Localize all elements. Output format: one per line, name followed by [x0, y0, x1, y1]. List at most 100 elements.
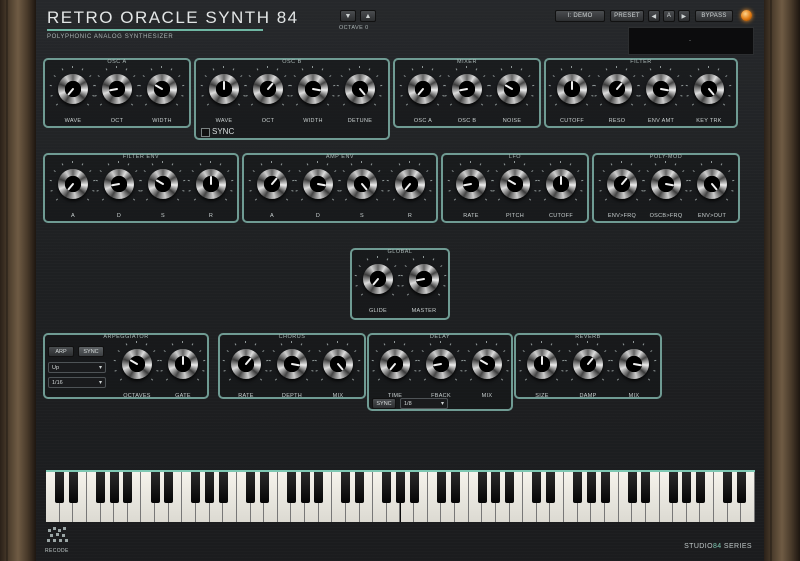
piano-black-key[interactable]	[109, 472, 119, 503]
knob-poly-mod-env-out[interactable]: ENV>OUT	[688, 159, 735, 225]
piano-black-key[interactable]	[96, 472, 106, 503]
piano-black-key[interactable]	[164, 472, 174, 503]
knob-filter-env-r[interactable]: R	[187, 159, 234, 225]
piano-black-key[interactable]	[723, 472, 733, 503]
knob-arpeggiator-octaves[interactable]: OCTAVES	[113, 339, 160, 405]
knob-mixer-osc-b[interactable]: OSC B	[443, 64, 490, 130]
knob-filter-cutoff[interactable]: CUTOFF	[548, 64, 595, 130]
knob-osc-b-detune[interactable]: DETUNE	[336, 64, 383, 130]
knob-reverb-damp[interactable]: DAMP	[564, 339, 611, 405]
knob-filter-env-amt[interactable]: ENV AMT	[637, 64, 684, 130]
knob-cap[interactable]	[395, 169, 425, 199]
knob-cap[interactable]	[253, 74, 283, 104]
knob-cap[interactable]	[298, 74, 328, 104]
knob-cap[interactable]	[102, 74, 132, 104]
piano-black-key[interactable]	[123, 472, 133, 503]
knob-cap[interactable]	[456, 169, 486, 199]
octave-down-button[interactable]: ▼	[340, 10, 356, 22]
knob-cap[interactable]	[694, 74, 724, 104]
knob-cap[interactable]	[58, 169, 88, 199]
knob-arpeggiator-gate[interactable]: GATE	[159, 339, 206, 405]
preset-a-button[interactable]: A	[663, 10, 675, 22]
piano-black-key[interactable]	[355, 472, 365, 503]
knob-cap[interactable]	[497, 74, 527, 104]
knob-filter-key-trk[interactable]: KEY TRK	[685, 64, 732, 130]
knob-cap[interactable]	[122, 349, 152, 379]
knob-mixer-noise[interactable]: NOISE	[488, 64, 535, 130]
piano-black-key[interactable]	[300, 472, 310, 503]
piano-black-key[interactable]	[505, 472, 515, 503]
knob-cap[interactable]	[546, 169, 576, 199]
power-icon[interactable]	[741, 10, 752, 21]
knob-cap[interactable]	[472, 349, 502, 379]
preset-button[interactable]: PRESET	[610, 10, 644, 22]
osc-b-sync-checkbox[interactable]	[201, 128, 210, 137]
piano-black-key[interactable]	[68, 472, 78, 503]
demo-preset-button[interactable]: I: DEMO	[555, 10, 605, 22]
piano-black-key[interactable]	[314, 472, 324, 503]
knob-cap[interactable]	[651, 169, 681, 199]
piano-black-key[interactable]	[695, 472, 705, 503]
knob-cap[interactable]	[363, 264, 393, 294]
piano-black-key[interactable]	[409, 472, 419, 503]
knob-cap[interactable]	[602, 74, 632, 104]
knob-cap[interactable]	[619, 349, 649, 379]
knob-osc-b-width[interactable]: WIDTH	[289, 64, 336, 130]
preset-next-button[interactable]: ▶	[678, 10, 690, 22]
bypass-button[interactable]: BYPASS	[695, 10, 733, 22]
arp-toggle-button[interactable]: ARP	[48, 346, 74, 357]
piano-black-key[interactable]	[573, 472, 583, 503]
piano-black-key[interactable]	[205, 472, 215, 503]
knob-lfo-cutoff[interactable]: CUTOFF	[537, 159, 584, 225]
knob-cap[interactable]	[409, 264, 439, 294]
knob-lfo-pitch[interactable]: PITCH	[491, 159, 538, 225]
knob-cap[interactable]	[573, 349, 603, 379]
piano-black-key[interactable]	[450, 472, 460, 503]
knob-cap[interactable]	[323, 349, 353, 379]
knob-cap[interactable]	[347, 169, 377, 199]
arp-sync-button[interactable]: SYNC	[78, 346, 104, 357]
knob-cap[interactable]	[607, 169, 637, 199]
piano-black-key[interactable]	[600, 472, 610, 503]
octave-up-button[interactable]: ▲	[360, 10, 376, 22]
piano-black-key[interactable]	[396, 472, 405, 503]
piano-black-key[interactable]	[668, 472, 678, 503]
knob-chorus-rate[interactable]: RATE	[222, 339, 269, 405]
piano-black-key[interactable]	[150, 472, 160, 503]
knob-chorus-mix[interactable]: MIX	[314, 339, 361, 405]
piano-black-key[interactable]	[627, 472, 637, 503]
piano-black-key[interactable]	[259, 472, 269, 503]
knob-cap[interactable]	[257, 169, 287, 199]
piano-black-key[interactable]	[545, 472, 555, 503]
knob-chorus-depth[interactable]: DEPTH	[268, 339, 315, 405]
knob-osc-a-width[interactable]: WIDTH	[138, 64, 185, 130]
piano-black-key[interactable]	[682, 472, 692, 503]
knob-cap[interactable]	[380, 349, 410, 379]
knob-global-master[interactable]: MASTER	[400, 254, 447, 320]
knob-cap[interactable]	[147, 74, 177, 104]
piano-black-key[interactable]	[641, 472, 651, 503]
knob-cap[interactable]	[231, 349, 261, 379]
knob-amp-env-a[interactable]: A	[248, 159, 295, 225]
piano-black-key[interactable]	[532, 472, 542, 503]
knob-cap[interactable]	[168, 349, 198, 379]
piano-black-key[interactable]	[191, 472, 201, 503]
piano-black-key[interactable]	[246, 472, 256, 503]
knob-delay-fback[interactable]: FBACK	[417, 339, 464, 405]
knob-cap[interactable]	[58, 74, 88, 104]
arp-mode-select[interactable]: Up ▾	[48, 362, 106, 373]
piano-black-key[interactable]	[491, 472, 501, 503]
delay-sync-button[interactable]: SYNC	[372, 398, 396, 409]
piano-black-key[interactable]	[55, 472, 65, 503]
knob-cap[interactable]	[277, 349, 307, 379]
knob-cap[interactable]	[452, 74, 482, 104]
knob-amp-env-s[interactable]: S	[338, 159, 385, 225]
knob-cap[interactable]	[209, 74, 239, 104]
knob-cap[interactable]	[557, 74, 587, 104]
piano-black-key[interactable]	[341, 472, 351, 503]
piano-black-key[interactable]	[436, 472, 446, 503]
knob-cap[interactable]	[196, 169, 226, 199]
knob-cap[interactable]	[345, 74, 375, 104]
knob-cap[interactable]	[104, 169, 134, 199]
preset-prev-button[interactable]: ◀	[648, 10, 660, 22]
